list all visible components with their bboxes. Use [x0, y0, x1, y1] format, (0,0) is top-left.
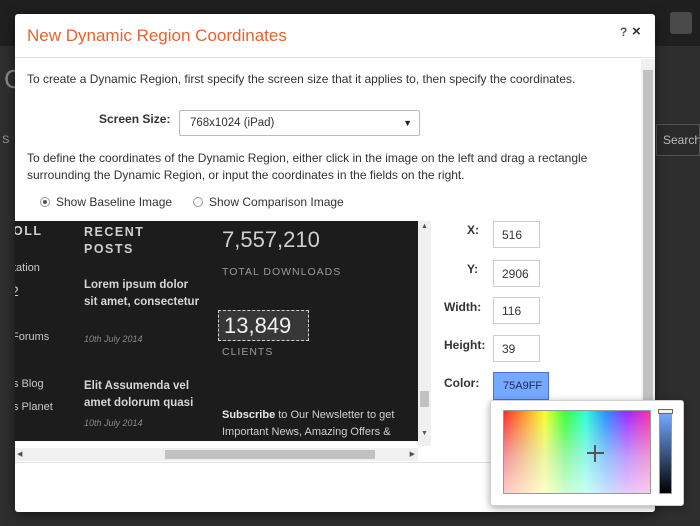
- scroll-up-icon[interactable]: ▲: [421, 223, 428, 230]
- preview-subscribe-bold: Subscribe: [222, 409, 276, 421]
- width-input[interactable]: 116: [493, 297, 540, 324]
- modal-scrollbar-thumb[interactable]: [643, 70, 653, 450]
- define-instructions: To define the coordinates of the Dynamic…: [27, 151, 588, 182]
- color-label: Color:: [444, 376, 480, 390]
- help-icon[interactable]: ?: [620, 25, 627, 39]
- preview-post-title: Lorem ipsum dolor sit amet, consectetur: [84, 279, 200, 308]
- x-label: X:: [467, 223, 479, 237]
- height-label: Height:: [444, 338, 486, 352]
- preview-subscribe-text: Subscribe to Our Newsletter to get Impor…: [222, 407, 397, 441]
- preview-post-title: Elit Assumenda vel amet dolorum quasi: [84, 380, 194, 409]
- radio-baseline-circle[interactable]: [40, 197, 50, 207]
- avatar: [670, 12, 692, 34]
- selected-region-box[interactable]: 13,849: [218, 310, 309, 341]
- height-input[interactable]: 39: [493, 335, 540, 362]
- preview-col1-item: s Planet: [15, 401, 53, 413]
- preview-col1-item: Forums: [15, 331, 50, 343]
- color-brightness-slider[interactable]: [658, 409, 673, 494]
- preview-col1-heading: OLL: [15, 224, 43, 238]
- radio-baseline-label: Show Baseline Image: [56, 195, 173, 209]
- y-label: Y:: [467, 262, 479, 276]
- preview-recent-posts-heading: RECENT POSTS: [84, 225, 145, 256]
- color-picker-popup: [490, 400, 684, 506]
- color-picker-field[interactable]: [503, 410, 651, 494]
- chevron-down-icon: ▼: [403, 118, 412, 128]
- preview-col1-item: tation: [15, 262, 40, 274]
- preview-post-date: 10th July 2014: [84, 334, 143, 344]
- preview-post-date: 10th July 2014: [84, 418, 143, 428]
- screen-size-value: 768x1024 (iPad): [190, 117, 275, 129]
- preview-col1-item: 2: [15, 283, 19, 299]
- radio-show-comparison[interactable]: Show Comparison Image: [193, 195, 344, 209]
- width-label: Width:: [444, 300, 482, 314]
- close-icon[interactable]: ×: [632, 23, 641, 40]
- x-input[interactable]: 516: [493, 221, 540, 248]
- radio-comparison-label: Show Comparison Image: [209, 195, 344, 209]
- preview-col1-item: s Blog: [15, 378, 44, 390]
- preview-downloads-caption: TOTAL DOWNLOADS: [222, 266, 342, 278]
- slider-handle[interactable]: [658, 409, 673, 414]
- radio-show-baseline[interactable]: Show Baseline Image: [40, 195, 172, 209]
- preview-vertical-thumb[interactable]: [420, 391, 429, 407]
- scroll-right-icon[interactable]: ▶: [410, 450, 415, 458]
- preview-clients-caption: CLIENTS: [222, 346, 274, 358]
- preview-vertical-scrollbar[interactable]: ▲ ▼: [418, 221, 431, 446]
- background-side-letter: S: [2, 134, 10, 146]
- color-input[interactable]: 75A9FF: [493, 372, 549, 400]
- preview-downloads-value: 7,557,210: [222, 227, 320, 252]
- modal-title: New Dynamic Region Coordinates: [27, 26, 287, 45]
- intro-text: To create a Dynamic Region, first specif…: [27, 72, 576, 86]
- radio-comparison-circle[interactable]: [193, 197, 203, 207]
- region-preview-image[interactable]: OLL tation 2 Forums s Blog s Planet RECE…: [15, 221, 418, 441]
- screen-size-label: Screen Size:: [99, 112, 171, 126]
- scroll-left-icon[interactable]: ◀: [17, 450, 22, 458]
- modal-header: New Dynamic Region Coordinates ? ×: [15, 14, 655, 58]
- screen-size-select[interactable]: 768x1024 (iPad) ▼: [179, 110, 420, 136]
- scroll-down-icon[interactable]: ▼: [421, 430, 428, 437]
- y-input[interactable]: 2906: [493, 260, 540, 287]
- preview-horizontal-scrollbar[interactable]: ◀ ▶: [15, 448, 418, 461]
- preview-horizontal-thumb[interactable]: [165, 450, 375, 459]
- background-search-input: Search: [656, 124, 700, 156]
